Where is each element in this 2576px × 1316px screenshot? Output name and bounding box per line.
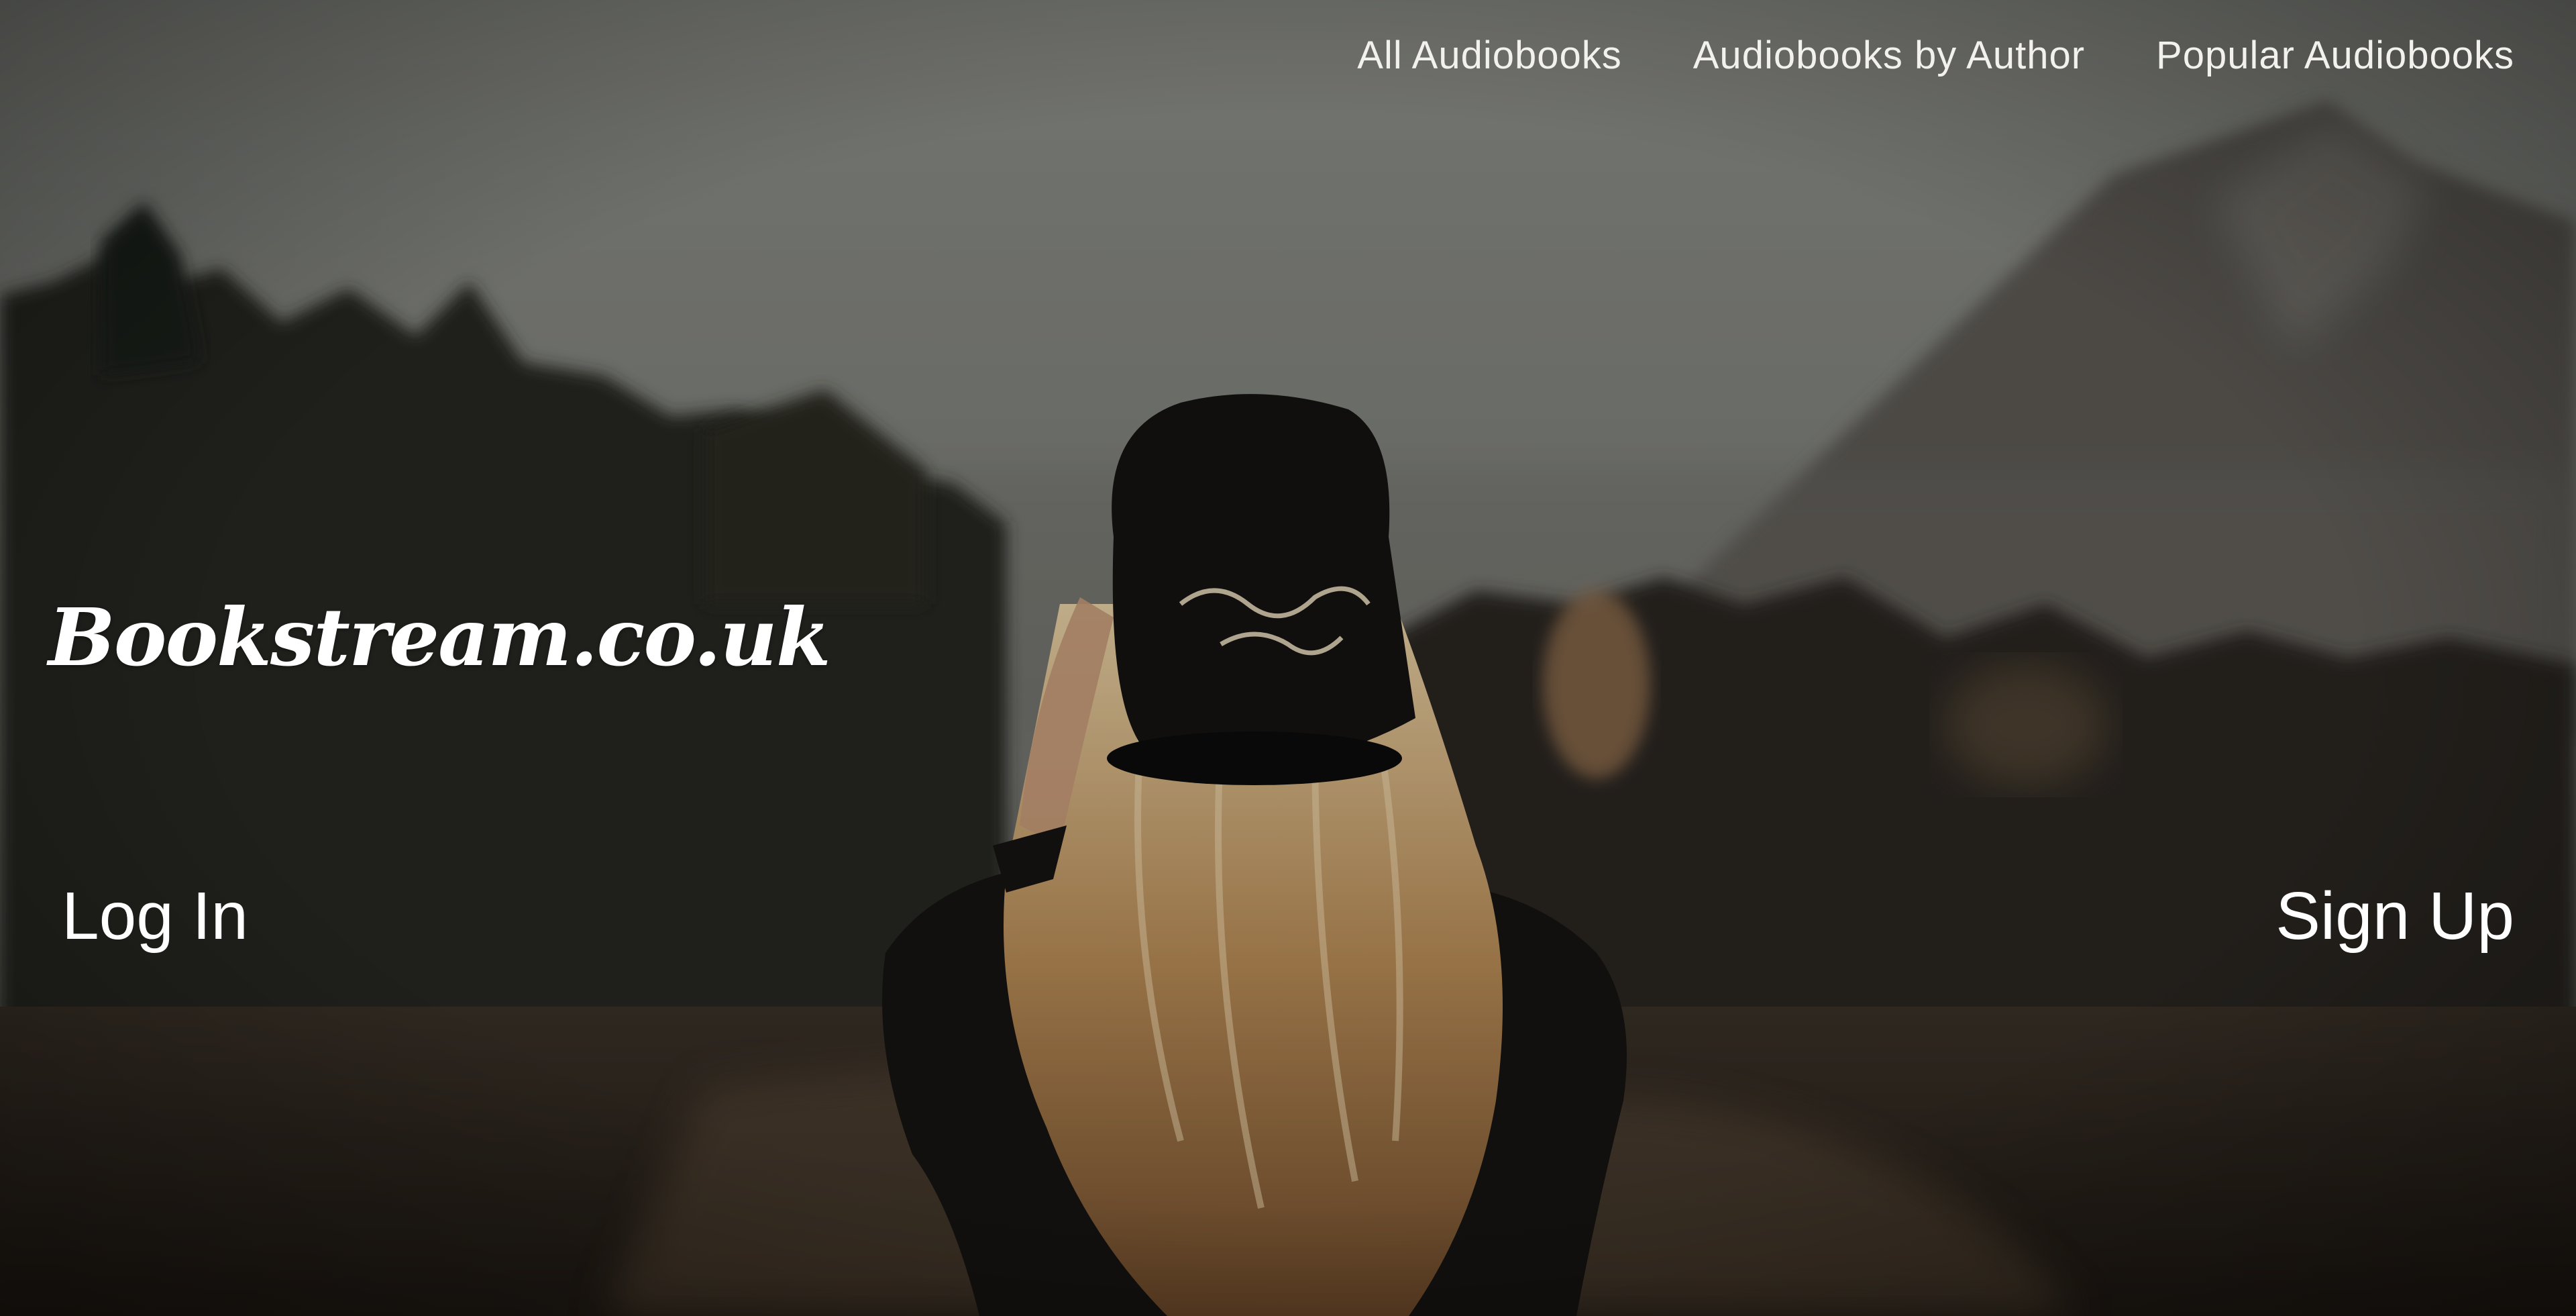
site-logo[interactable]: Bookstream.co.uk <box>48 591 831 685</box>
top-nav: All Audiobooks Audiobooks by Author Popu… <box>1357 32 2514 79</box>
nav-popular-audiobooks[interactable]: Popular Audiobooks <box>2156 32 2514 79</box>
nav-audiobooks-by-author[interactable]: Audiobooks by Author <box>1693 32 2085 79</box>
login-link[interactable]: Log In <box>62 872 248 960</box>
nav-all-audiobooks[interactable]: All Audiobooks <box>1357 32 1621 79</box>
hero-section: All Audiobooks Audiobooks by Author Popu… <box>0 0 2576 1316</box>
signup-link[interactable]: Sign Up <box>2275 872 2514 960</box>
